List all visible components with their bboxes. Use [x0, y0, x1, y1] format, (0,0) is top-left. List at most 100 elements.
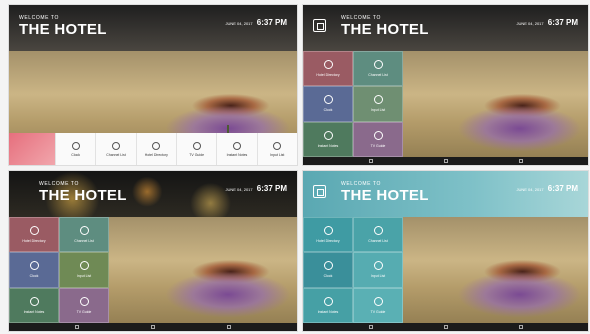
menu-item-hotel-directory[interactable]: Hotel Directory [135, 133, 176, 165]
clock-icon [71, 141, 80, 150]
tile-clock[interactable]: Clock [9, 252, 59, 288]
hotel-name: THE HOTEL [341, 21, 429, 38]
tv-icon [373, 226, 383, 236]
chat-icon [323, 296, 333, 306]
header: WELCOME TO THE HOTEL JUNE 04, 2017 6:37 … [9, 171, 297, 217]
date-text: JUNE 04, 2017 [516, 21, 544, 26]
chat-icon [29, 296, 39, 306]
hotel-name: THE HOTEL [341, 187, 429, 204]
input-icon [273, 141, 282, 150]
menu-item-instant-notes[interactable]: Instant Notes [216, 133, 257, 165]
hotel-screen-teal-grid: WELCOME TO THE HOTEL JUNE 04, 2017 6:37 … [302, 170, 589, 332]
tile-label: Clock [29, 274, 39, 279]
date-text: JUNE 04, 2017 [516, 187, 544, 192]
tile-clock[interactable]: Clock [303, 252, 353, 288]
hotel-name: THE HOTEL [39, 187, 127, 204]
hotel-screen-bottom-bar: WELCOME TO THE HOTEL JUNE 04, 2017 6:37 … [8, 4, 298, 166]
menu-icon[interactable] [518, 325, 523, 329]
tile-label: Hotel Directory [22, 239, 46, 244]
date-text: JUNE 04, 2017 [225, 21, 253, 26]
tile-channel-list[interactable]: Channel List [59, 217, 109, 253]
home-icon[interactable] [443, 159, 448, 163]
tile-label: Hotel Directory [316, 73, 340, 78]
menu-icon[interactable] [227, 325, 231, 329]
time-text: 6:37 PM [256, 18, 287, 27]
home-icon[interactable] [443, 325, 448, 329]
tile-instant-notes[interactable]: Instant Notes [303, 287, 353, 323]
menu-grid: Hotel Directory Channel List Clock Input… [303, 51, 403, 157]
taskbar [303, 323, 588, 331]
menu-label: Hotel Directory [144, 152, 168, 157]
guide-icon [79, 296, 89, 306]
taskbar [303, 157, 588, 165]
hotel-logo-icon [313, 19, 326, 32]
book-icon [29, 226, 39, 236]
menu-label: Clock [71, 152, 81, 157]
back-icon[interactable] [368, 325, 373, 329]
book-icon [323, 226, 333, 236]
date-time: JUNE 04, 2017 6:37 PM [517, 184, 579, 193]
tile-label: Clock [323, 274, 333, 279]
date-time: JUNE 04, 2017 6:37 PM [226, 18, 288, 27]
menu-label: Instant Notes [226, 152, 248, 157]
time-text: 6:37 PM [256, 184, 287, 193]
date-text: JUNE 04, 2017 [225, 187, 253, 192]
guide-icon [192, 141, 201, 150]
tile-label: Hotel Directory [316, 239, 340, 244]
date-time: JUNE 04, 2017 6:37 PM [226, 184, 288, 193]
input-icon [373, 95, 383, 105]
header: WELCOME TO THE HOTEL JUNE 04, 2017 6:37 … [303, 5, 588, 51]
clock-icon [323, 261, 333, 271]
menu-grid: Hotel Directory Channel List Clock Input… [303, 217, 403, 323]
tile-hotel-directory[interactable]: Hotel Directory [303, 51, 353, 87]
menu-item-tv-guide[interactable]: TV Guide [175, 133, 217, 165]
tile-tv-guide[interactable]: TV Guide [353, 121, 403, 157]
tile-label: Channel List [74, 239, 94, 244]
tile-label: Clock [323, 108, 333, 113]
menu-label: Channel List [106, 152, 126, 157]
tile-instant-notes[interactable]: Instant Notes [303, 121, 353, 157]
tile-hotel-directory[interactable]: Hotel Directory [9, 217, 59, 253]
menu-icon[interactable] [518, 159, 523, 163]
book-icon [323, 60, 333, 70]
tile-clock[interactable]: Clock [303, 86, 353, 122]
time-text: 6:37 PM [547, 18, 578, 27]
menu-label: Input List [270, 152, 285, 157]
chat-icon [232, 141, 241, 150]
tile-label: Channel List [368, 73, 388, 78]
menu-item-channel-list[interactable]: Channel List [95, 133, 136, 165]
hotel-screen-dark-grid: WELCOME TO THE HOTEL JUNE 04, 2017 6:37 … [302, 4, 589, 166]
tile-input-list[interactable]: Input List [353, 86, 403, 122]
tile-channel-list[interactable]: Channel List [353, 51, 403, 87]
guide-icon [373, 296, 383, 306]
menu-item-clock[interactable]: Clock [55, 133, 96, 165]
tile-label: Instant Notes [23, 309, 45, 314]
tile-label: TV Guide [370, 309, 386, 314]
header: WELCOME TO THE HOTEL JUNE 04, 2017 6:37 … [9, 5, 297, 51]
chat-icon [323, 130, 333, 140]
tile-tv-guide[interactable]: TV Guide [353, 287, 403, 323]
clock-icon [29, 261, 39, 271]
tv-icon [373, 60, 383, 70]
tile-input-list[interactable]: Input List [353, 252, 403, 288]
hotel-name: THE HOTEL [19, 21, 107, 38]
tv-icon [79, 226, 89, 236]
menu-item-input-list[interactable]: Input List [256, 133, 297, 165]
home-icon[interactable] [151, 325, 155, 329]
guide-icon [373, 130, 383, 140]
tile-instant-notes[interactable]: Instant Notes [9, 287, 59, 323]
promo-tile[interactable] [9, 133, 55, 165]
tile-label: TV Guide [76, 309, 92, 314]
back-icon[interactable] [368, 159, 373, 163]
date-time: JUNE 04, 2017 6:37 PM [517, 18, 579, 27]
tile-tv-guide[interactable]: TV Guide [59, 287, 109, 323]
tile-label: Input List [370, 108, 386, 113]
tile-channel-list[interactable]: Channel List [353, 217, 403, 253]
back-icon[interactable] [75, 325, 79, 329]
time-text: 6:37 PM [547, 184, 578, 193]
tile-label: Instant Notes [317, 309, 339, 314]
hotel-screen-night-grid: WELCOME TO THE HOTEL JUNE 04, 2017 6:37 … [8, 170, 298, 332]
tile-label: Input List [370, 274, 386, 279]
tile-input-list[interactable]: Input List [59, 252, 109, 288]
tile-hotel-directory[interactable]: Hotel Directory [303, 217, 353, 253]
